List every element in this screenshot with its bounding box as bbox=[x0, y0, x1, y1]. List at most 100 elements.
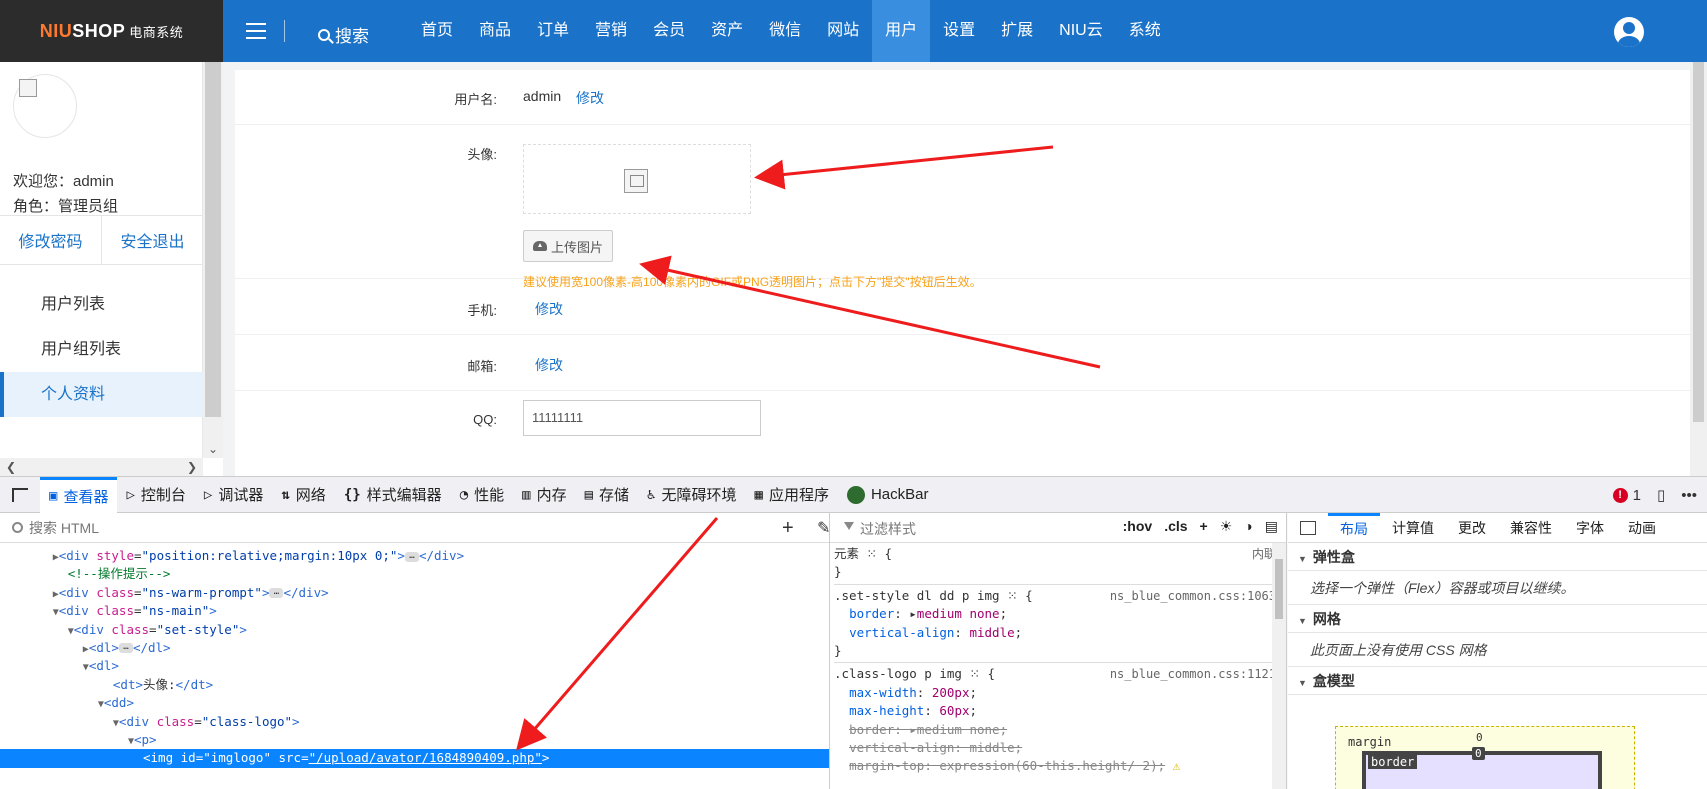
nav-item-5[interactable]: 资产 bbox=[698, 0, 756, 62]
nav-item-0[interactable]: 首页 bbox=[408, 0, 466, 62]
margin-value[interactable]: 0 bbox=[1476, 731, 1483, 744]
tree-node[interactable]: ▶<div class="ns-warm-prompt">… </div> bbox=[0, 584, 829, 602]
light-theme-icon[interactable]: ☀ bbox=[1220, 518, 1233, 535]
app-logo[interactable]: NIU SHOP 电商系统 bbox=[0, 0, 223, 62]
layout-pane: 布局计算值更改兼容性字体动画 弹性盒 选择一个弹性（Flex）容器或项目以继续。… bbox=[1288, 512, 1707, 789]
page-scrollbar[interactable] bbox=[1690, 62, 1707, 476]
nav-item-8[interactable]: 用户 bbox=[872, 0, 931, 62]
css-source-link[interactable]: ns_blue_common.css:1063 bbox=[1110, 587, 1276, 605]
more-options-icon[interactable]: ••• bbox=[1681, 487, 1697, 504]
nav-item-10[interactable]: 扩展 bbox=[988, 0, 1046, 62]
console-icon: ▷ bbox=[126, 486, 135, 503]
top-search-button[interactable]: 搜索 bbox=[318, 22, 369, 47]
qq-input[interactable]: 11111111 bbox=[523, 400, 761, 436]
username-edit-link[interactable]: 修改 bbox=[576, 88, 604, 108]
phone-edit-link[interactable]: 修改 bbox=[535, 299, 563, 319]
devtools-tab-list: ▣ 查看器 ▷ 控制台 ▷ 调试器 ⇅ 网络 {} 样式编辑器 ◔ 性能 ▥ 内存 ▤ 存储 ♿ 无障碍环境 ▦ 应用… bbox=[40, 476, 938, 513]
tree-node[interactable]: ▼<dd> bbox=[0, 694, 829, 712]
devtools-tab-5[interactable]: ◔ 性能 bbox=[451, 477, 513, 513]
upload-image-button[interactable]: 上传图片 bbox=[523, 230, 613, 262]
error-counter[interactable]: ! 1 bbox=[1612, 487, 1641, 504]
devtools-tab-8[interactable]: ♿ 无障碍环境 bbox=[638, 477, 745, 513]
add-rule-icon[interactable]: + bbox=[1200, 518, 1208, 535]
tree-node[interactable]: ▶<div style="position:relative;margin:10… bbox=[0, 547, 829, 565]
sidebar-horizontal-scrollbar[interactable]: ❮ ❯ bbox=[0, 458, 203, 476]
devtools-tab-6[interactable]: ▥ 内存 bbox=[513, 477, 575, 513]
tree-node[interactable]: ▼<div class="class-logo"> bbox=[0, 713, 829, 731]
user-avatar-icon[interactable] bbox=[1614, 17, 1644, 47]
nav-item-6[interactable]: 微信 bbox=[756, 0, 814, 62]
grid-section[interactable]: 网格 bbox=[1288, 605, 1707, 633]
memory-icon: ▥ bbox=[522, 486, 531, 503]
devtools-tab-7[interactable]: ▤ 存储 bbox=[576, 477, 638, 513]
devtools-tab-1[interactable]: ▷ 控制台 bbox=[117, 477, 194, 513]
nav-item-4[interactable]: 会员 bbox=[640, 0, 698, 62]
tree-node[interactable]: ▼<div class="ns-main"> bbox=[0, 602, 829, 620]
eyedropper-icon[interactable]: ✎ bbox=[817, 518, 830, 538]
add-node-icon[interactable]: + bbox=[782, 517, 794, 540]
hamburger-menu-icon[interactable] bbox=[246, 23, 266, 39]
border-value[interactable]: 0 bbox=[1472, 747, 1485, 760]
inspector-icon: ▣ bbox=[49, 488, 58, 504]
scrollbar-thumb[interactable] bbox=[1275, 559, 1283, 619]
devtools-tab-0[interactable]: ▣ 查看器 bbox=[40, 476, 118, 513]
nav-item-1[interactable]: 商品 bbox=[466, 0, 524, 62]
contrast-icon[interactable]: ◑ bbox=[1244, 518, 1252, 535]
scroll-down-icon[interactable]: ⌄ bbox=[208, 442, 218, 456]
nav-item-2[interactable]: 订单 bbox=[524, 0, 582, 62]
logout-link[interactable]: 安全退出 bbox=[102, 216, 203, 264]
sidebar-menu-item-2[interactable]: 个人资料 bbox=[0, 372, 203, 417]
nav-item-7[interactable]: 网站 bbox=[814, 0, 872, 62]
profile-panel: 用户名: admin 修改 头像: 上传图片 建议使用宽100像素-高100像素… bbox=[235, 70, 1690, 476]
responsive-mode-icon[interactable]: ▯ bbox=[1657, 486, 1665, 504]
layout-tab-5[interactable]: 动画 bbox=[1616, 513, 1668, 543]
tree-node[interactable]: ▼<p> bbox=[0, 731, 829, 749]
change-password-link[interactable]: 修改密码 bbox=[0, 216, 102, 264]
search-icon bbox=[12, 522, 23, 533]
sidebar-menu-item-0[interactable]: 用户列表 bbox=[0, 282, 203, 327]
devtools-tab-4[interactable]: {} 样式编辑器 bbox=[335, 477, 451, 513]
layout-tab-list: 布局 计算值 更改 兼容性 字体 动画 bbox=[1328, 512, 1668, 543]
style-editor-icon: {} bbox=[343, 486, 361, 503]
selected-tree-node[interactable]: <img id="imglogo" src="/upload/avator/16… bbox=[0, 749, 829, 768]
tree-node[interactable]: ▼<div class="set-style"> bbox=[0, 621, 829, 639]
scrollbar-thumb[interactable] bbox=[1693, 62, 1704, 422]
nav-item-9[interactable]: 设置 bbox=[930, 0, 988, 62]
html-search-input[interactable]: 搜索 HTML bbox=[29, 518, 99, 538]
network-icon: ⇅ bbox=[281, 486, 290, 503]
tree-node[interactable]: ▶<dl>… </dl> bbox=[0, 639, 829, 657]
devtools-tab-9[interactable]: ▦ 应用程序 bbox=[746, 477, 838, 513]
print-media-icon[interactable]: ▤ bbox=[1265, 518, 1278, 535]
css-filter-input[interactable]: 过滤样式 bbox=[860, 519, 916, 539]
scrollbar-thumb[interactable] bbox=[205, 62, 221, 417]
boxmodel-section[interactable]: 盒模型 bbox=[1288, 667, 1707, 695]
nav-item-3[interactable]: 营销 bbox=[582, 0, 640, 62]
layout-tab-1[interactable]: 计算值 bbox=[1380, 513, 1446, 543]
sidebar-scrollbar[interactable]: ⌄ bbox=[203, 62, 223, 458]
devtools-tab-10[interactable]: HackBar bbox=[838, 477, 938, 513]
layout-tab-0[interactable]: 布局 bbox=[1328, 512, 1380, 543]
tree-node[interactable]: ▼<dl> bbox=[0, 657, 829, 675]
element-picker-button[interactable] bbox=[0, 477, 40, 513]
layout-tab-3[interactable]: 兼容性 bbox=[1498, 513, 1564, 543]
layout-tab-2[interactable]: 更改 bbox=[1446, 513, 1498, 543]
flexbox-section[interactable]: 弹性盒 bbox=[1288, 543, 1707, 571]
username-label: 用户名: bbox=[454, 92, 497, 107]
email-edit-link[interactable]: 修改 bbox=[535, 355, 563, 375]
tree-node[interactable]: <dt>头像:</dt> bbox=[0, 676, 829, 694]
sidebar-menu-item-1[interactable]: 用户组列表 bbox=[0, 327, 203, 372]
devtools-tab-label: 调试器 bbox=[218, 487, 264, 504]
scroll-right-icon[interactable]: ❯ bbox=[187, 460, 197, 474]
css-scrollbar[interactable] bbox=[1272, 543, 1286, 789]
scroll-left-icon[interactable]: ❮ bbox=[6, 460, 16, 474]
nav-item-12[interactable]: 系统 bbox=[1116, 0, 1174, 62]
devtools-tab-3[interactable]: ⇅ 网络 bbox=[272, 477, 334, 513]
tree-node[interactable]: <!--操作提示--> bbox=[0, 565, 829, 583]
sidebar-toggle-icon[interactable] bbox=[1300, 520, 1316, 535]
class-toggle[interactable]: .cls bbox=[1164, 518, 1187, 535]
devtools-tab-2[interactable]: ▷ 调试器 bbox=[195, 477, 272, 513]
layout-tab-4[interactable]: 字体 bbox=[1564, 513, 1616, 543]
nav-item-11[interactable]: NIU云 bbox=[1046, 0, 1116, 62]
hover-state-toggle[interactable]: :hov bbox=[1123, 518, 1153, 535]
css-source-link[interactable]: ns_blue_common.css:1121 bbox=[1110, 665, 1276, 683]
